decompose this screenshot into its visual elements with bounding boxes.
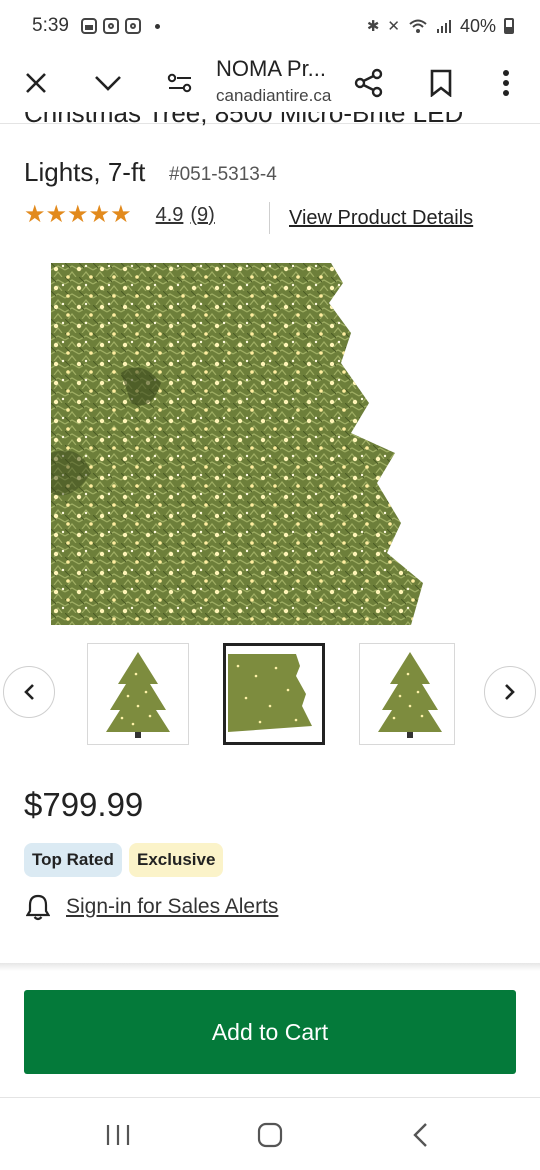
recent-apps-icon[interactable] — [98, 1118, 138, 1152]
rating-row: ★ ★ ★ ★ ★ 4.9 (9) — [24, 202, 215, 228]
mute-icon: ✕ — [387, 18, 400, 35]
star-icon: ★ — [88, 201, 111, 228]
tree-closeup-thumbnail — [228, 654, 312, 732]
page-settings-icon[interactable] — [160, 63, 200, 103]
battery-icon — [504, 18, 514, 34]
status-bar: 5:39 ✱ ✕ 40% — [0, 0, 540, 52]
chevron-left-icon — [24, 684, 34, 700]
thumbnail-3[interactable] — [359, 643, 455, 745]
more-icon[interactable] — [486, 63, 526, 103]
page-title: NOMA Pr... — [216, 56, 327, 81]
page-url: canadiantire.ca — [216, 86, 332, 105]
instagram-icon — [124, 18, 141, 34]
full-tree-thumbnail — [378, 652, 442, 738]
status-right: ✱ ✕ 40% — [367, 16, 514, 37]
tree-closeup-image — [51, 263, 423, 625]
gallery-icon — [80, 18, 97, 34]
carousel-prev-button[interactable] — [3, 666, 55, 718]
close-icon[interactable] — [16, 63, 56, 103]
rating-value[interactable]: 4.9 — [156, 204, 184, 227]
bookmark-icon[interactable] — [421, 63, 461, 103]
star-icon: ★ — [45, 201, 68, 228]
star-icon: ★ — [24, 201, 46, 228]
add-to-cart-button[interactable]: Add to Cart — [24, 990, 516, 1074]
wifi-icon — [409, 19, 427, 33]
product-title: Lights, 7-ft — [24, 157, 146, 187]
star-icon: ★ — [67, 201, 89, 228]
view-product-details-link[interactable]: View Product Details — [289, 207, 473, 230]
sticky-bar-shadow — [0, 963, 540, 971]
bell-icon — [26, 894, 50, 921]
tab-info[interactable]: NOMA Pr... canadiantire.ca — [216, 56, 346, 106]
thumbnail-2-selected[interactable] — [223, 643, 325, 745]
main-product-image[interactable] — [51, 263, 429, 625]
browser-toolbar: NOMA Pr... canadiantire.ca — [0, 52, 540, 114]
instagram-icon — [102, 18, 119, 34]
thumbnail-1[interactable] — [87, 643, 189, 745]
home-icon[interactable] — [250, 1118, 290, 1152]
bluetooth-icon: ✱ — [366, 18, 380, 35]
star-icon: ★ — [110, 201, 132, 228]
top-rated-badge: Top Rated — [24, 843, 122, 877]
product-price: $799.99 — [24, 786, 144, 823]
review-count[interactable]: (9) — [190, 204, 214, 227]
system-nav-bar — [0, 1098, 540, 1170]
carousel-next-button[interactable] — [484, 666, 536, 718]
status-time: 5:39 — [32, 15, 69, 36]
chevron-right-icon — [505, 684, 515, 700]
back-icon[interactable] — [400, 1118, 440, 1152]
battery-level: 40% — [459, 15, 496, 36]
product-title-partial-text: Christmas Tree, 8500 Micro-Brite LED — [24, 112, 464, 128]
exclusive-badge: Exclusive — [129, 843, 224, 877]
product-title-partial: Christmas Tree, 8500 Micro-Brite LED — [24, 112, 524, 134]
product-sku: #051-5313-4 — [169, 164, 277, 185]
chevron-down-icon[interactable] — [88, 63, 128, 103]
status-left: 5:39 — [32, 15, 160, 37]
sales-alerts-link[interactable]: Sign-in for Sales Alerts — [66, 895, 278, 919]
share-icon[interactable] — [349, 63, 389, 103]
signal-icon — [436, 20, 451, 33]
full-tree-thumbnail — [106, 652, 170, 738]
rating-stars: ★ ★ ★ ★ ★ — [24, 202, 132, 228]
rating-divider — [269, 202, 270, 234]
sales-alerts-row[interactable]: Sign-in for Sales Alerts — [26, 893, 278, 921]
notification-dot-icon — [154, 23, 160, 29]
